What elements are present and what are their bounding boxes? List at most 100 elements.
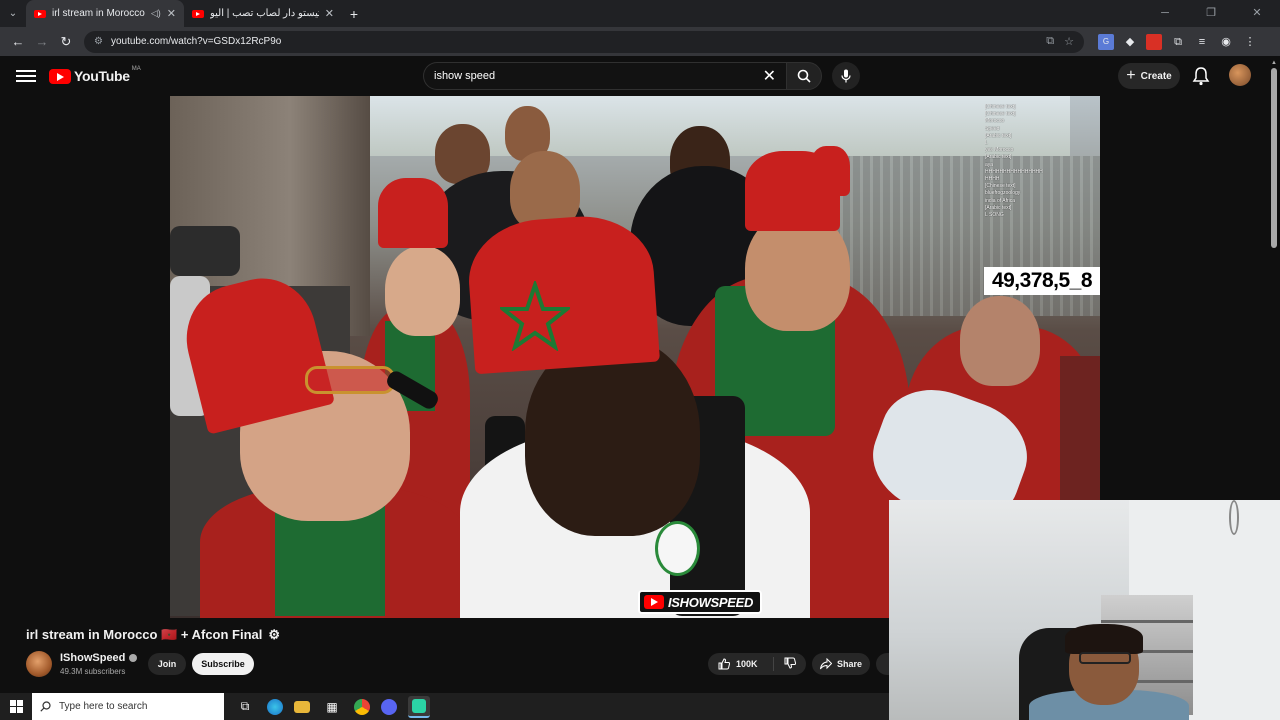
close-tab-icon[interactable]: ✕: [325, 7, 334, 20]
search-icon: [40, 701, 51, 712]
subscribe-button[interactable]: Subscribe: [192, 653, 254, 675]
tab-arabic-video[interactable]: عمر تيستو دار لصاب تصب | اليو ✕: [184, 0, 342, 27]
webcam-hair: [1065, 624, 1143, 654]
windows-logo-icon: [9, 700, 23, 713]
video-crest: [655, 521, 700, 576]
kebab-menu-icon[interactable]: ⋮: [1242, 34, 1258, 50]
watermark-text: ISHOWSPEED: [668, 594, 754, 610]
voice-search-button[interactable]: [832, 62, 860, 90]
new-tab-button[interactable]: +: [342, 6, 366, 22]
chat-line: bluefrogzoology: [985, 190, 1021, 197]
search-button[interactable]: [786, 62, 822, 90]
morocco-star-icon: [500, 281, 570, 351]
cast-icon[interactable]: ⧉: [1046, 35, 1054, 48]
chat-line: [Chinese text]: [985, 183, 1016, 190]
media-control-icon[interactable]: ≡: [1194, 34, 1210, 50]
search-input[interactable]: ishow speed ✕: [423, 62, 786, 90]
tab-title: irl stream in Morocco 🇲🇦 -: [52, 8, 145, 19]
channel-name[interactable]: IShowSpeed: [60, 652, 138, 664]
forward-arrow-icon[interactable]: →: [30, 34, 54, 49]
hamburger-menu-icon[interactable]: [16, 67, 36, 85]
close-tab-icon[interactable]: ✕: [167, 7, 176, 20]
create-button[interactable]: + Create: [1118, 63, 1180, 89]
active-app-icon[interactable]: [408, 695, 430, 718]
tab-youtube-stream[interactable]: irl stream in Morocco 🇲🇦 - ◁) ✕: [26, 0, 184, 27]
tab-search-chevron-icon[interactable]: ⌄: [0, 0, 26, 27]
close-window-icon[interactable]: ✕: [1234, 0, 1280, 27]
puzzle-extensions-icon[interactable]: ⧉: [1170, 34, 1186, 50]
url-text[interactable]: youtube.com/watch?v=GSDx12RcP9o: [111, 36, 1036, 47]
channel-name-text[interactable]: IShowSpeed: [60, 652, 125, 664]
share-label: Share: [836, 659, 862, 669]
share-button[interactable]: Share: [812, 653, 870, 675]
channel-avatar[interactable]: [26, 651, 52, 677]
chat-line: L: [985, 140, 988, 147]
extensions-area: G ◆ ⧉ ≡ ◉ ⋮: [1098, 33, 1258, 50]
notifications-bell-icon[interactable]: [1192, 66, 1210, 86]
scrollbar-thumb[interactable]: [1271, 68, 1277, 248]
verified-badge-icon: [129, 654, 138, 662]
file-explorer-icon[interactable]: [294, 700, 310, 713]
scroll-up-icon[interactable]: ▲: [1270, 60, 1278, 66]
address-toolbar: ← → ↻ ⚙ youtube.com/watch?v=GSDx12RcP9o …: [0, 27, 1280, 56]
site-info-icon[interactable]: ⚙: [94, 36, 103, 47]
minimize-icon[interactable]: ─: [1142, 0, 1188, 27]
discord-app-icon[interactable]: [381, 698, 397, 715]
page-scrollbar[interactable]: ▲: [1270, 60, 1278, 260]
live-chat-overlay: [Chinese text] [Chinese text] Morocco Sp…: [985, 104, 1097, 264]
gear-icon: ⚙: [268, 627, 281, 642]
search-query[interactable]: ishow speed: [434, 70, 763, 82]
restore-icon[interactable]: ❐: [1188, 0, 1234, 27]
video-fez: [810, 146, 850, 196]
chrome-browser-icon[interactable]: [354, 698, 370, 715]
taskbar-search-placeholder[interactable]: Type here to search: [59, 701, 147, 712]
create-label: Create: [1140, 70, 1172, 82]
bookmark-star-icon[interactable]: ☆: [1064, 35, 1074, 48]
chat-line: HHHH: [985, 176, 1000, 183]
thumbs-down-icon: [784, 657, 797, 669]
chat-line: [Chinese text]: [985, 104, 1016, 110]
start-button[interactable]: [0, 700, 32, 713]
translate-extension-icon[interactable]: G: [1098, 33, 1114, 50]
back-arrow-icon[interactable]: ←: [6, 34, 30, 49]
user-avatar[interactable]: [1229, 64, 1251, 86]
taskbar-search-field[interactable]: Type here to search: [32, 693, 224, 720]
dislike-button[interactable]: [774, 657, 806, 672]
youtube-play-icon: [49, 68, 71, 84]
video-person: [960, 296, 1040, 386]
logo-text: YouTube: [74, 68, 130, 84]
edge-browser-icon[interactable]: [267, 698, 283, 715]
youtube-header: YouTube MA ishow speed ✕ + Create: [0, 56, 1280, 96]
chat-line: [Chinese text]: [985, 111, 1016, 118]
webcam-overlay: [889, 500, 1280, 720]
chat-line: Morocco: [985, 118, 1005, 125]
video-car: [170, 226, 240, 276]
red-extension-icon[interactable]: [1146, 33, 1162, 50]
diamond-extension-icon[interactable]: ◆: [1122, 34, 1138, 50]
like-button[interactable]: 100K: [708, 657, 774, 671]
microsoft-store-icon[interactable]: ▦: [321, 696, 343, 718]
youtube-logo[interactable]: YouTube MA: [49, 66, 141, 84]
video-sunglasses: [305, 366, 395, 394]
task-view-icon[interactable]: ⧉: [234, 696, 256, 718]
join-button[interactable]: Join: [148, 653, 186, 675]
reload-icon[interactable]: ↻: [54, 34, 78, 50]
windows-taskbar: Type here to search ⧉ ▦: [0, 693, 889, 720]
chat-line: [Arabic text]: [985, 132, 1012, 139]
tab-title: عمر تيستو دار لصاب تصب | اليو: [210, 8, 319, 19]
chat-line: yes Morocco: [985, 147, 1014, 154]
video-person: [385, 246, 460, 336]
speaker-icon[interactable]: ◁): [151, 8, 161, 19]
chat-line: Speed: [985, 125, 1000, 132]
microphone-icon: [841, 69, 851, 83]
screen: ⌄ irl stream in Morocco 🇲🇦 - ◁) ✕ عمر تي…: [0, 0, 1280, 720]
webcam-door-handle: [1229, 500, 1239, 535]
taskbar-apps: ⧉ ▦: [234, 695, 430, 718]
chat-line: [Arabic text]: [985, 154, 1012, 161]
chat-line: india of Africa: [985, 197, 1016, 204]
chat-line: HHHHHHHHHHHHHHHH: [985, 168, 1043, 175]
chat-line: aya: [985, 161, 994, 168]
clear-search-icon[interactable]: ✕: [763, 66, 776, 86]
omnibox[interactable]: ⚙ youtube.com/watch?v=GSDx12RcP9o ⧉ ☆: [84, 30, 1084, 53]
profile-icon[interactable]: ◉: [1218, 34, 1234, 50]
